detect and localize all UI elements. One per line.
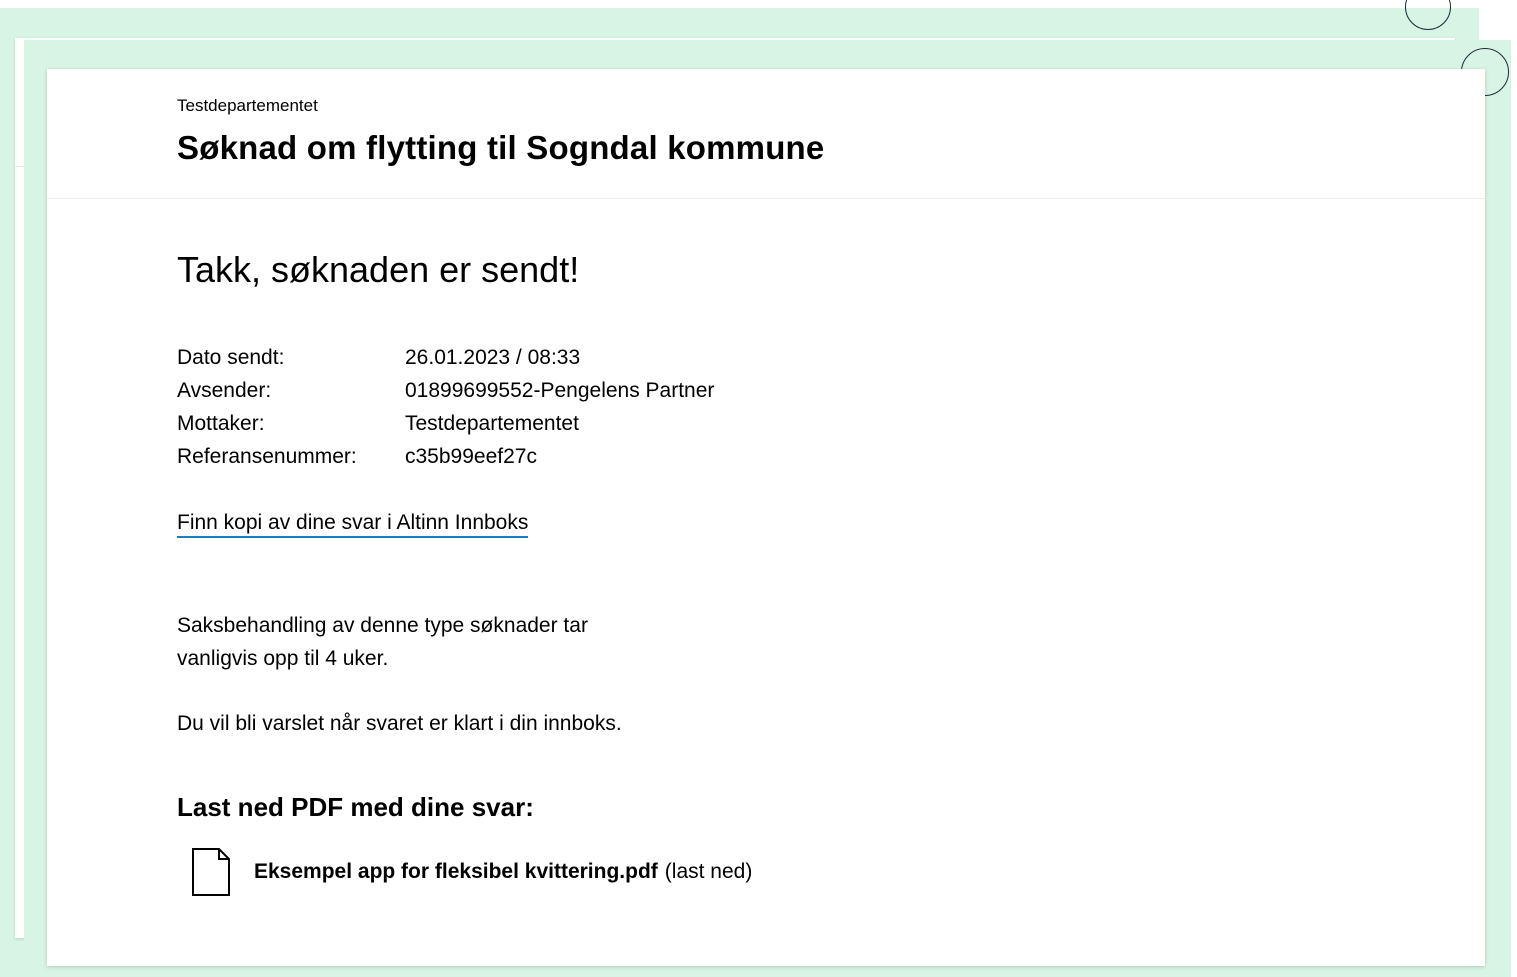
receipt-card: Testdepartementet Søknad om flytting til…: [47, 69, 1485, 966]
detail-value: 01899699552-Pengelens Partner: [405, 379, 715, 402]
detail-row: Dato sendt: 26.01.2023 / 08:33: [177, 346, 714, 379]
detail-value: 26.01.2023 / 08:33: [405, 346, 581, 369]
close-button-back[interactable]: [1405, 0, 1451, 30]
detail-label: Avsender:: [177, 379, 272, 402]
detail-row: Mottaker: Testdepartementet: [177, 412, 714, 445]
altinn-inbox-link[interactable]: Finn kopi av dine svar i Altinn Innboks: [177, 511, 529, 538]
download-label[interactable]: (last ned): [665, 860, 753, 884]
receipt-details: Dato sendt: 26.01.2023 / 08:33 Avsender:…: [177, 346, 714, 478]
pdf-file-name[interactable]: Eksempel app for fleksibel kvittering.pd…: [254, 860, 658, 884]
processing-time-text: Saksbehandling av denne type søknader ta…: [177, 614, 588, 670]
notification-text: Du vil bli varslet når svaret er klart i…: [177, 712, 622, 735]
detail-label: Mottaker:: [177, 412, 265, 435]
organization-name: Testdepartementet: [177, 96, 318, 115]
document-icon: [192, 848, 230, 896]
pdf-download-heading: Last ned PDF med dine svar:: [177, 792, 534, 822]
detail-value: c35b99eef27c: [405, 445, 537, 468]
confirmation-heading: Takk, søknaden er sendt!: [177, 249, 580, 290]
card-header: Testdepartementet Søknad om flytting til…: [47, 69, 1485, 199]
detail-label: Dato sendt:: [177, 346, 285, 369]
detail-value: Testdepartementet: [405, 412, 579, 435]
pdf-download-item[interactable]: Eksempel app for fleksibel kvittering.pd…: [191, 847, 752, 897]
page-title: Søknad om flytting til Sogndal kommune: [177, 129, 825, 166]
detail-row: Referansenummer: c35b99eef27c: [177, 445, 714, 478]
detail-label: Referansenummer:: [177, 445, 357, 468]
detail-row: Avsender: 01899699552-Pengelens Partner: [177, 379, 714, 412]
